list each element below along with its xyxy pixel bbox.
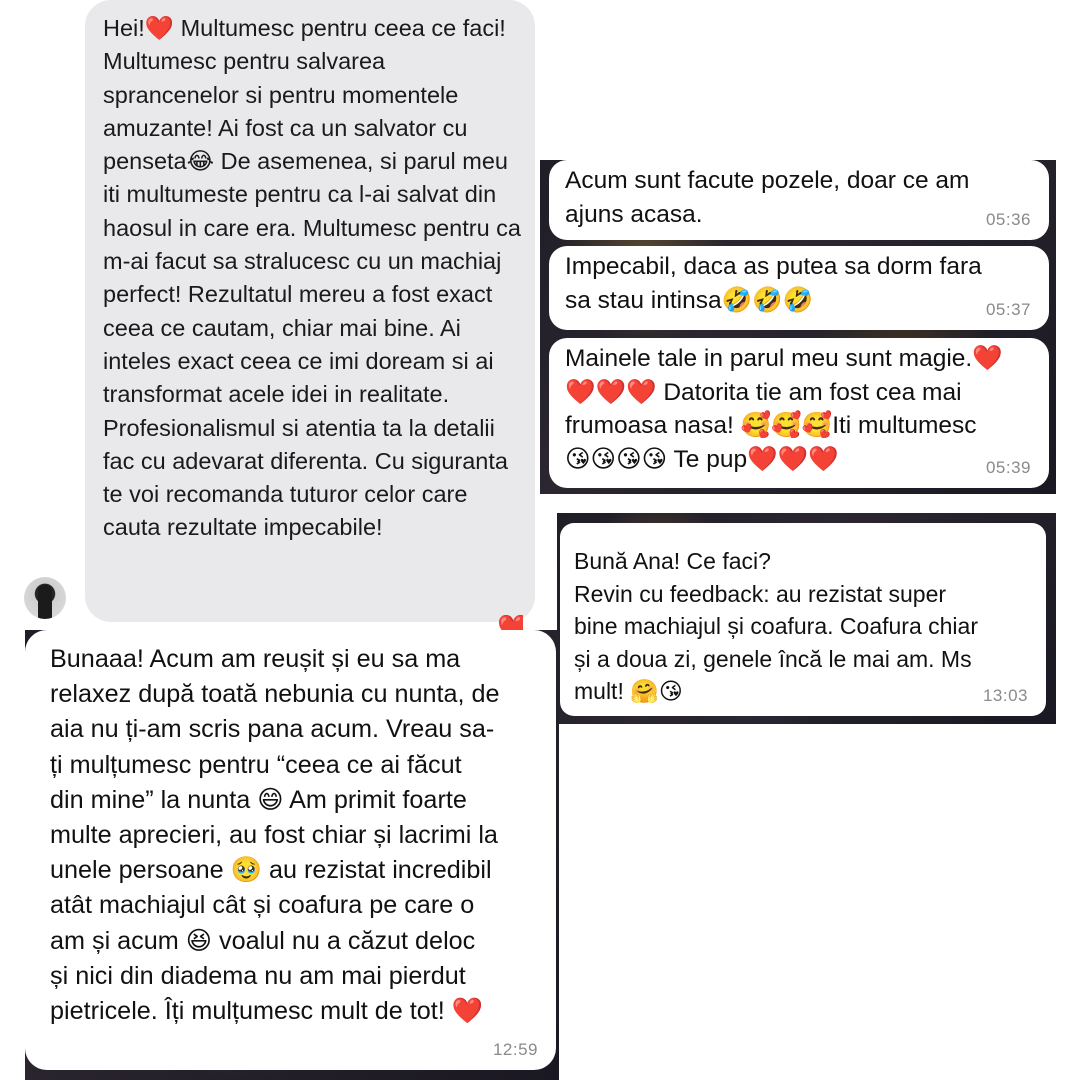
message-time: 05:39 [985, 458, 1031, 477]
message-bubble: Mainele tale in parul meu sunt magie.❤️ … [549, 338, 1049, 488]
message-text: Bunaaa! Acum am reușit și eu sa ma relax… [50, 645, 500, 1026]
message-bubble: Acum sunt facute pozele, doar ce am ajun… [549, 160, 1049, 240]
message-bubble: Bunaaa! Acum am reușit și eu sa ma relax… [25, 630, 556, 1070]
message-time: 13:03 [982, 686, 1028, 705]
message-bubble: Bună Ana! Ce faci? Revin cu feedback: au… [560, 523, 1046, 716]
heart-reaction-icon: ❤️ [497, 615, 523, 631]
avatar[interactable] [24, 577, 66, 619]
message-time: 05:37 [985, 300, 1031, 319]
message-text: Hei!❤️ Multumesc pentru ceea ce faci! Mu… [103, 15, 521, 541]
chat-screenshot-3: Bunaaa! Acum am reușit și eu sa ma relax… [25, 630, 559, 1080]
message-text: Bună Ana! Ce faci? Revin cu feedback: au… [574, 548, 978, 704]
message-text: Impecabil, daca as putea sa dorm fara sa… [565, 253, 982, 314]
message-bubble: Impecabil, daca as putea sa dorm fara sa… [549, 246, 1049, 330]
message-text: Mainele tale in parul meu sunt magie.❤️ … [565, 345, 1003, 473]
message-text: Acum sunt facute pozele, doar ce am ajun… [565, 167, 970, 228]
message-time: 12:59 [492, 1040, 538, 1059]
message-bubble-grey: Hei!❤️ Multumesc pentru ceea ce faci! Mu… [85, 0, 535, 622]
message-time: 05:36 [985, 210, 1031, 229]
chat-screenshot-1: Acum sunt facute pozele, doar ce am ajun… [540, 160, 1056, 494]
chat-screenshot-2: Bună Ana! Ce faci? Revin cu feedback: au… [557, 513, 1056, 724]
